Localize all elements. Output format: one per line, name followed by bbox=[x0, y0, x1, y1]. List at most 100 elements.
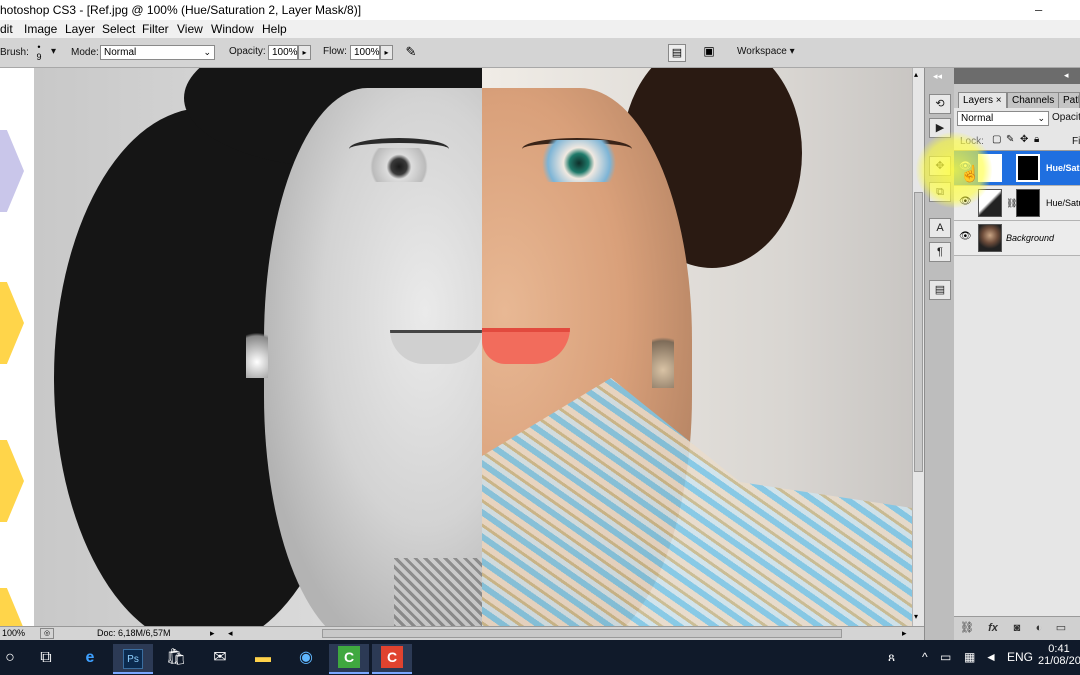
doc-size: Doc: 6,18M/6,57M bbox=[97, 628, 171, 638]
status-bar: 100% ◎ Doc: 6,18M/6,57M ▸ ◂ ▸ bbox=[0, 626, 924, 640]
menu-filter[interactable]: Filter bbox=[142, 22, 169, 36]
clock[interactable]: 0:41 21/08/20 bbox=[1038, 643, 1080, 667]
layers-panel-footer: ⛓︎ fx ◙ ◐ ▭ bbox=[954, 616, 1080, 640]
lock-image-icon[interactable]: ✎ bbox=[1006, 134, 1014, 145]
lock-all-icon[interactable]: 🔒︎ bbox=[1034, 134, 1039, 145]
flow-label: Flow: bbox=[323, 46, 347, 57]
visibility-eye-icon[interactable]: 👁︎ bbox=[959, 232, 972, 242]
layer-mask-thumbnail[interactable] bbox=[1016, 189, 1040, 217]
tab-layers-label: Layers bbox=[963, 95, 994, 106]
brush-dropdown-arrow-icon[interactable]: ▾ bbox=[51, 46, 56, 57]
scroll-right-icon[interactable]: ▸ bbox=[902, 628, 907, 639]
camtasia-recorder-icon[interactable]: C bbox=[372, 644, 412, 674]
tab-paths[interactable]: Path bbox=[1058, 92, 1080, 108]
opacity-input[interactable]: 100% bbox=[268, 45, 298, 60]
edge-icon[interactable]: e bbox=[70, 644, 110, 674]
task-view-icon[interactable]: ⧉ bbox=[26, 644, 66, 674]
menu-bar: dit Image Layer Select Filter View Windo… bbox=[0, 20, 1080, 38]
panel-header: ◂ bbox=[954, 68, 1080, 84]
airbrush-icon[interactable]: ✎ bbox=[402, 44, 420, 62]
tab-layers[interactable]: Layers × bbox=[958, 92, 1007, 108]
bridge-icon[interactable]: ▣ bbox=[698, 44, 720, 62]
layer-mask-thumbnail[interactable] bbox=[1016, 154, 1040, 182]
menu-help[interactable]: Help bbox=[262, 22, 287, 36]
adjustment-layer-icon[interactable]: ◐ bbox=[1032, 621, 1046, 635]
collapse-dock-icon[interactable]: ◂◂ bbox=[933, 71, 942, 82]
cursor-highlight: ☝ bbox=[916, 132, 992, 208]
zoom-level[interactable]: 100% bbox=[2, 628, 25, 638]
tray-chevron-icon[interactable]: ^ bbox=[922, 650, 928, 664]
close-icon[interactable]: × bbox=[996, 95, 1002, 106]
menu-view[interactable]: View bbox=[177, 22, 203, 36]
photo-grayscale-half bbox=[34, 68, 482, 626]
language-indicator[interactable]: ENG bbox=[1007, 650, 1033, 664]
network-icon[interactable]: ▦ bbox=[964, 650, 975, 664]
options-bar: Brush: • 9 ▾ Mode: Normal ⌄ Opacity: 100… bbox=[0, 38, 1080, 68]
chevron-down-icon: ⌄ bbox=[203, 47, 211, 57]
volume-icon[interactable]: ◄ bbox=[985, 650, 997, 664]
layer-row-background[interactable]: 👁︎ Background bbox=[954, 221, 1080, 256]
paragraph-icon[interactable]: ¶ bbox=[929, 242, 951, 262]
tool-presets-icon[interactable]: ▤ bbox=[929, 280, 951, 300]
lock-position-icon[interactable]: ✥ bbox=[1020, 134, 1028, 145]
menu-select[interactable]: Select bbox=[102, 22, 135, 36]
lock-transparent-icon[interactable]: ▢ bbox=[992, 134, 1001, 145]
menu-edit[interactable]: dit bbox=[0, 22, 13, 36]
opacity-slider-arrow-icon[interactable]: ▸ bbox=[298, 45, 311, 60]
menu-layer[interactable]: Layer bbox=[65, 22, 95, 36]
camtasia-icon[interactable]: C bbox=[329, 644, 369, 674]
brush-preset-picker[interactable]: • 9 bbox=[32, 42, 46, 64]
blend-mode-select[interactable]: Normal ⌄ bbox=[957, 111, 1049, 126]
chrome-icon[interactable]: ◉ bbox=[286, 644, 326, 674]
background-graphic bbox=[0, 68, 34, 626]
layer-name[interactable]: Background bbox=[1006, 233, 1054, 243]
layer-style-icon[interactable]: fx bbox=[986, 621, 1000, 635]
menu-window[interactable]: Window bbox=[211, 22, 254, 36]
layers-list: 👁︎ Hue/Satu 👁︎ ⛓︎ Hue/Satu 👁︎ Background bbox=[954, 150, 1080, 616]
photoshop-icon[interactable]: Ps bbox=[113, 644, 153, 674]
layer-name[interactable]: Hue/Satu bbox=[1046, 163, 1080, 173]
flow-slider-arrow-icon[interactable]: ▸ bbox=[380, 45, 393, 60]
minimize-button[interactable]: – bbox=[1035, 2, 1042, 17]
scroll-up-icon[interactable]: ▴ bbox=[914, 70, 918, 79]
tab-channels[interactable]: Channels bbox=[1007, 92, 1060, 108]
link-layers-icon[interactable]: ⛓︎ bbox=[960, 621, 974, 635]
photoshop-label: Ps bbox=[123, 649, 143, 669]
status-menu-arrow-icon[interactable]: ▸ bbox=[210, 628, 215, 639]
scroll-thumb[interactable] bbox=[914, 192, 923, 472]
opacity-label: Opacity: bbox=[229, 46, 266, 57]
palette-well-icon[interactable]: ▤ bbox=[668, 44, 686, 62]
document-canvas[interactable] bbox=[0, 68, 912, 626]
add-mask-icon[interactable]: ◙ bbox=[1010, 621, 1024, 635]
menu-image[interactable]: Image bbox=[24, 22, 57, 36]
people-icon[interactable]: ጸ bbox=[888, 650, 895, 665]
store-icon[interactable]: 🛍︎ bbox=[156, 644, 196, 674]
panel-menu-icon[interactable]: ◂ bbox=[1064, 70, 1069, 81]
new-group-icon[interactable]: ▭ bbox=[1054, 621, 1068, 635]
layer-name[interactable]: Hue/Satu bbox=[1046, 198, 1080, 208]
clock-time: 0:41 bbox=[1048, 643, 1070, 655]
display-icon[interactable]: ▭ bbox=[940, 650, 951, 664]
blend-mode-value: Normal bbox=[961, 113, 994, 124]
scroll-down-icon[interactable]: ▾ bbox=[914, 612, 918, 621]
explorer-icon[interactable]: ▬ bbox=[243, 644, 283, 674]
flow-input[interactable]: 100% bbox=[350, 45, 380, 60]
scroll-left-icon[interactable]: ◂ bbox=[228, 628, 233, 639]
mode-select[interactable]: Normal ⌄ bbox=[100, 45, 215, 60]
mode-value: Normal bbox=[104, 47, 137, 58]
zoom-icon[interactable]: ◎ bbox=[40, 628, 54, 639]
tab-paths-label: Path bbox=[1063, 95, 1079, 106]
flow-value: 100% bbox=[354, 47, 380, 58]
clock-date: 21/08/20 bbox=[1038, 655, 1080, 667]
title-bar: hotoshop CS3 - [Ref.jpg @ 100% (Hue/Satu… bbox=[0, 0, 1080, 20]
layer-opacity-label: Opacity bbox=[1052, 112, 1080, 123]
tab-channels-label: Channels bbox=[1012, 95, 1055, 106]
window-title: hotoshop CS3 - [Ref.jpg @ 100% (Hue/Satu… bbox=[0, 3, 362, 17]
history-icon[interactable]: ⟲ bbox=[929, 94, 951, 114]
character-icon[interactable]: A bbox=[929, 218, 951, 238]
horizontal-scroll-thumb[interactable] bbox=[322, 629, 842, 638]
workspace-menu[interactable]: Workspace ▾ bbox=[737, 46, 795, 57]
mail-icon[interactable]: ✉ bbox=[200, 644, 240, 674]
photo-color-half bbox=[482, 68, 912, 626]
brush-size: 9 bbox=[36, 52, 42, 62]
